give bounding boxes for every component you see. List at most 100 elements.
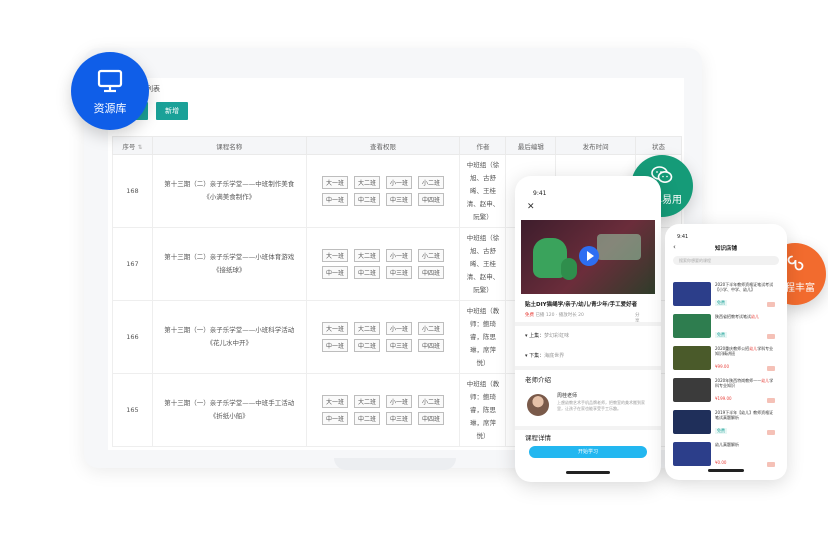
cell-id: 167	[112, 227, 153, 301]
course-thumbnail	[673, 410, 711, 434]
permission-tag: 大一班	[321, 322, 348, 335]
permission-tag: 大一班	[321, 395, 348, 408]
detail-section-title: 课程详情	[525, 434, 551, 442]
course-name-line: 《折纸小船》	[209, 412, 249, 420]
cart-icon[interactable]	[767, 462, 775, 467]
column-header-status: 状态	[635, 136, 682, 155]
author-line: 师：鲍琦	[469, 319, 496, 328]
author-line: 悦）	[476, 431, 490, 440]
course-price: 免费	[715, 332, 727, 338]
cart-icon[interactable]	[767, 302, 775, 307]
status-time: 9:41	[533, 190, 547, 197]
list-item[interactable]: 2020重庆教师公招幼儿学科专业知识精讲班 ¥99.00	[673, 344, 779, 376]
author-line: 师：鲍琦	[469, 392, 496, 401]
teacher-description: 上虞幼教艺术手机品牌老师，把教室的美术搬到家里，让孩子在家也能享受手工乐趣。	[557, 400, 645, 411]
permission-tag: 中四班	[418, 339, 445, 352]
list-item[interactable]: 2020年陕西特岗教师——幼儿学科专业知识 ¥199.00	[673, 376, 779, 408]
price-free: 免费	[525, 313, 534, 318]
course-thumbnail	[673, 282, 711, 306]
cart-icon[interactable]	[767, 398, 775, 403]
start-learning-button[interactable]: 开始学习	[529, 446, 647, 458]
course-title: 2020年陕西特岗教师——幼儿学科专业知识	[715, 378, 774, 388]
prev-episode[interactable]: ▾ 上集：梦幻彩虹味	[525, 332, 569, 339]
shop-title: 知识店铺	[714, 246, 737, 252]
permission-tag: 中四班	[418, 266, 445, 279]
course-title: 贴土DIY猫绳学/亲子/幼儿/青少年/手工爱好者	[525, 302, 638, 308]
column-header-id[interactable]: 序号 ⇅	[112, 136, 153, 155]
course-price: 免费	[715, 428, 727, 434]
author-line: 阮繁）	[473, 212, 493, 221]
permission-tag: 大二班	[353, 395, 380, 408]
course-price: ¥199.00	[715, 396, 732, 401]
permission-tag: 小一班	[386, 322, 413, 335]
permission-tag: 中四班	[418, 193, 445, 206]
video-player[interactable]	[521, 220, 655, 294]
course-title: 陕西省招教考试笔试幼儿	[715, 314, 759, 319]
permission-tag: 中二班	[353, 193, 380, 206]
permission-tag: 小二班	[418, 249, 445, 262]
course-name-line: 《花儿水中开》	[206, 339, 252, 347]
search-input[interactable]: 搜索你想要的课程	[673, 256, 779, 265]
next-episode[interactable]: ▾ 下集：海底世界	[525, 352, 564, 359]
home-indicator	[566, 471, 610, 474]
cell-author: 中班组（教 师：鲍琦 睿，陈思 琳，席萍 悦）	[459, 373, 507, 447]
permission-tag: 中一班	[321, 412, 348, 425]
author-line: 琳，席萍	[469, 418, 496, 427]
cell-permissions: 大一班 大二班 小一班 小二班 中一班 中二班 中三班 中四班	[305, 373, 461, 447]
list-item[interactable]: 幼儿真题解析 ¥0.00	[673, 440, 779, 472]
cell-course-name[interactable]: 第十三期（一）亲子乐学堂——中班手工活动 《折纸小船》	[151, 373, 307, 447]
cell-course-name[interactable]: 第十三期（一）亲子乐学堂——小班科学活动 《花儿水中开》	[151, 300, 307, 374]
column-header-name: 课程名称	[151, 136, 307, 155]
add-button[interactable]: 新增	[156, 102, 188, 120]
course-list: 2020下半年教师资格证笔试考试【小学、中学、幼儿】 免费 陕西省招教考试笔试幼儿免…	[673, 280, 779, 472]
author-line: 晞、王桂	[469, 186, 496, 195]
cell-permissions: 大一班 大二班 小一班 小二班 中一班 中二班 中三班 中四班	[305, 154, 461, 228]
permission-tag: 中三班	[386, 339, 413, 352]
permission-tag: 大一班	[321, 249, 348, 262]
home-indicator	[708, 469, 744, 472]
author-line: 中班组（徐	[466, 233, 500, 242]
teacher-section-title: 老师介绍	[525, 376, 551, 384]
column-header-author: 作者	[459, 136, 507, 155]
permission-tag: 小一班	[386, 395, 413, 408]
divider	[515, 426, 661, 430]
cart-icon[interactable]	[767, 334, 775, 339]
sort-icon: ⇅	[137, 143, 143, 151]
course-name-line: 《接纸球》	[212, 266, 246, 274]
status-time: 9:41	[677, 234, 689, 240]
monitor-stand	[334, 458, 456, 470]
list-item[interactable]: 2019下半年【幼儿】教师资格证笔试真题解析 免费	[673, 408, 779, 440]
permission-tag: 中二班	[353, 339, 380, 352]
cell-author: 中班组（徐 旭、古舒 晞、王桂 清、赵申、 阮繁）	[459, 227, 507, 301]
permission-tag: 小二班	[418, 322, 445, 335]
author-line: 清、赵申、	[466, 199, 500, 208]
course-name-line: 第十三期（一）亲子乐学堂——中班手工活动	[164, 399, 295, 407]
divider	[515, 322, 661, 326]
cell-course-name[interactable]: 第十三期（二）亲子乐学堂——中班制作美食 《小满美食制作》	[151, 154, 307, 228]
permission-tag: 中二班	[353, 266, 380, 279]
cart-icon[interactable]	[767, 430, 775, 435]
course-name-line: 第十三期（二）亲子乐学堂——小班体育游戏	[164, 253, 295, 261]
mini-program-icon	[787, 255, 804, 271]
cell-course-name[interactable]: 第十三期（二）亲子乐学堂——小班体育游戏 《接纸球》	[151, 227, 307, 301]
cell-id: 166	[112, 300, 153, 374]
list-item[interactable]: 陕西省招教考试笔试幼儿 免费	[673, 312, 779, 344]
author-line: 中班组（徐	[466, 160, 500, 169]
course-meta: 免费 已播 120 · 播放时长 20 分享	[525, 312, 640, 324]
course-name-line: 第十三期（一）亲子乐学堂——小班科学活动	[164, 326, 295, 334]
close-icon[interactable]: ✕	[527, 202, 535, 212]
badge-label: 资源库	[93, 102, 127, 115]
course-title: 幼儿真题解析	[715, 442, 739, 447]
cart-icon[interactable]	[767, 366, 775, 371]
permission-tag: 大二班	[353, 322, 380, 335]
author-line: 中班组（教	[466, 306, 500, 315]
column-header-permission: 查看权限	[305, 136, 461, 155]
phone-course-detail: 9:41 ✕ 贴土DIY猫绳学/亲子/幼儿/青少年/手工爱好者 免费 已播 12…	[515, 176, 661, 482]
course-thumbnail	[673, 442, 711, 466]
list-item[interactable]: 2020下半年教师资格证笔试考试【小学、中学、幼儿】 免费	[673, 280, 779, 312]
teacher-avatar	[527, 394, 549, 416]
play-icon[interactable]	[579, 246, 599, 266]
permission-tag: 中一班	[321, 339, 348, 352]
permission-tag: 大一班	[321, 176, 348, 189]
cell-author: 中班组（徐 旭、古舒 晞、王桂 清、赵申、 阮繁）	[459, 154, 507, 228]
